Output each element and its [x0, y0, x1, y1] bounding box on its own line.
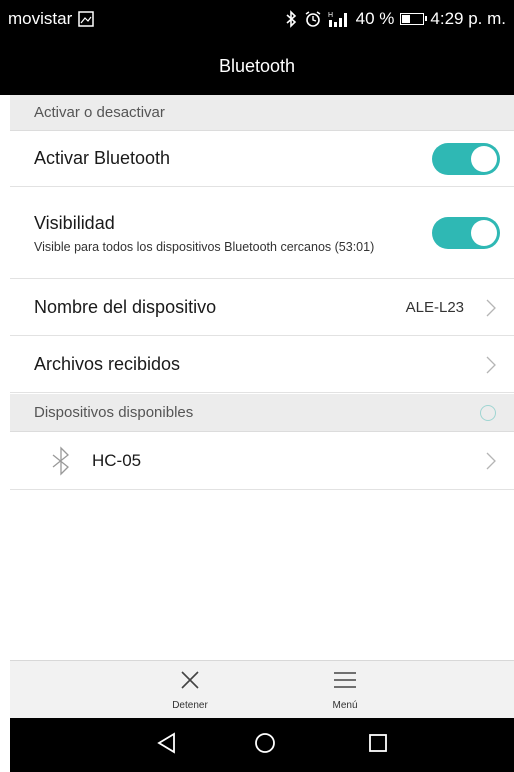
- device-name-row[interactable]: Nombre del dispositivo ALE-L23: [10, 280, 514, 336]
- home-circle-icon: [254, 732, 276, 759]
- menu-label: Menú: [332, 700, 358, 711]
- page-title: Bluetooth: [218, 56, 296, 76]
- visibilidad-row[interactable]: Visibilidad Visible para todos los dispo…: [10, 188, 514, 279]
- section-header-label: Dispositivos disponibles: [34, 404, 194, 421]
- activar-bluetooth-row[interactable]: Activar Bluetooth: [10, 131, 514, 187]
- svg-text:H: H: [328, 12, 333, 19]
- chevron-right-icon: [482, 452, 500, 470]
- back-button[interactable]: [137, 718, 197, 772]
- section-header-label: Activar o desactivar: [34, 104, 165, 121]
- device-name-value: ALE-L23: [405, 299, 464, 316]
- visibilidad-text: Visibilidad Visible para todos los dispo…: [34, 213, 424, 254]
- image-notification-icon: [78, 11, 94, 27]
- chevron-right-icon: [482, 299, 500, 317]
- recents-button[interactable]: [348, 718, 408, 772]
- received-files-row[interactable]: Archivos recibidos: [10, 337, 514, 393]
- toggle-knob: [471, 145, 497, 172]
- visibility-toggle[interactable]: [432, 217, 500, 249]
- device-name-label: Nombre del dispositivo: [34, 297, 217, 317]
- left-edge: [0, 95, 10, 772]
- bluetooth-status-icon: [284, 10, 298, 28]
- device-row-hc05[interactable]: HC-05: [10, 433, 514, 490]
- navigation-bar: [10, 718, 514, 772]
- status-bar: movistar H 40 % 4:29 p. m.: [0, 0, 514, 38]
- signal-icon: H: [328, 10, 350, 28]
- device-info: HC-05: [50, 446, 141, 476]
- back-triangle-icon: [156, 731, 178, 759]
- activar-bluetooth-label: Activar Bluetooth: [34, 148, 171, 168]
- close-icon: [179, 669, 201, 696]
- visibilidad-subtitle: Visible para todos los dispositivos Blue…: [34, 239, 375, 254]
- battery-icon: [400, 13, 428, 25]
- bluetooth-icon: [50, 446, 72, 476]
- bluetooth-toggle[interactable]: [432, 142, 500, 175]
- toggle-knob: [471, 220, 497, 246]
- menu-button[interactable]: Menú: [305, 661, 385, 719]
- menu-icon: [333, 669, 357, 696]
- chevron-right-icon: [482, 356, 500, 374]
- stop-label: Detener: [172, 700, 208, 711]
- battery-percentage: 40 %: [355, 9, 395, 28]
- received-files-label: Archivos recibidos: [34, 354, 181, 374]
- title-bar: Bluetooth: [0, 38, 514, 95]
- visibilidad-label: Visibilidad: [34, 212, 115, 233]
- section-header-toggle: Activar o desactivar: [10, 95, 514, 131]
- home-button[interactable]: [235, 718, 295, 772]
- carrier-name: movistar: [8, 9, 73, 28]
- bottom-action-bar: Detener Menú: [10, 660, 514, 719]
- stop-button[interactable]: Detener: [150, 661, 230, 719]
- clock: 4:29 p. m.: [430, 9, 506, 28]
- alarm-icon: [304, 10, 322, 28]
- device-name: HC-05: [92, 451, 142, 470]
- loading-spinner-icon: [480, 404, 496, 421]
- recents-square-icon: [367, 732, 389, 759]
- section-header-devices: Dispositivos disponibles: [10, 394, 514, 432]
